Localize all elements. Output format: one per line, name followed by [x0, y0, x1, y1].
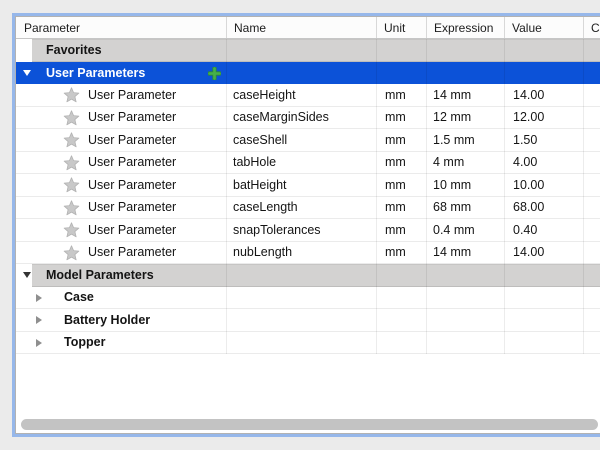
column-header-name[interactable]: Name [226, 17, 376, 38]
unit-cell: mm [376, 152, 426, 174]
expander-down-icon[interactable] [23, 272, 31, 278]
table-row[interactable]: User Parameter caseShell mm 1.5 mm 1.50 [16, 129, 600, 152]
favorite-star-icon[interactable] [63, 87, 80, 103]
table-body: Favorites User Parameters [16, 39, 600, 354]
name-cell[interactable]: tabHole [226, 152, 376, 174]
parameter-type-label: User Parameter [88, 245, 176, 259]
table-row[interactable]: User Parameter caseMarginSides mm 12 mm … [16, 107, 600, 130]
name-cell[interactable]: caseLength [226, 197, 376, 219]
name-cell[interactable]: nubLength [226, 242, 376, 264]
name-cell[interactable]: caseHeight [226, 84, 376, 106]
unit-cell: mm [376, 174, 426, 196]
table-row[interactable]: User Parameter nubLength mm 14 mm 14.00 [16, 242, 600, 265]
parameter-type-label: User Parameter [88, 155, 176, 169]
section-label: Model Parameters [46, 268, 154, 282]
parameter-type-label: User Parameter [88, 223, 176, 237]
name-cell[interactable]: caseShell [226, 129, 376, 151]
section-label: User Parameters [46, 66, 145, 80]
table-row[interactable]: User Parameter caseHeight mm 14 mm 14.00 [16, 84, 600, 107]
group-row-case[interactable]: Case [16, 287, 600, 310]
favorite-star-icon[interactable] [63, 110, 80, 126]
section-band [32, 39, 600, 62]
group-label: Battery Holder [64, 313, 150, 327]
value-cell: 14.00 [504, 242, 583, 264]
unit-cell: mm [376, 129, 426, 151]
value-cell: 4.00 [504, 152, 583, 174]
group-label: Case [64, 290, 94, 304]
column-header-parameter[interactable]: Parameter [16, 17, 226, 38]
favorite-star-icon[interactable] [63, 132, 80, 148]
name-cell[interactable]: snapTolerances [226, 219, 376, 241]
parameters-table: Parameter Name Unit Expression Value C F… [15, 16, 600, 434]
unit-cell: mm [376, 219, 426, 241]
expander-right-icon[interactable] [36, 316, 42, 324]
favorite-star-icon[interactable] [63, 155, 80, 171]
expression-cell[interactable]: 12 mm [426, 107, 504, 129]
column-header-unit[interactable]: Unit [376, 17, 426, 38]
value-cell: 68.00 [504, 197, 583, 219]
expression-cell[interactable]: 1.5 mm [426, 129, 504, 151]
group-label: Topper [64, 335, 105, 349]
expression-cell[interactable]: 14 mm [426, 242, 504, 264]
parameter-type-label: User Parameter [88, 133, 176, 147]
expression-cell[interactable]: 68 mm [426, 197, 504, 219]
horizontal-scrollbar [21, 419, 598, 430]
expression-cell[interactable]: 14 mm [426, 84, 504, 106]
expander-down-icon[interactable] [23, 70, 31, 76]
favorite-star-icon[interactable] [63, 177, 80, 193]
parameters-table-frame: Parameter Name Unit Expression Value C F… [12, 13, 600, 437]
column-separator [226, 39, 227, 354]
expression-cell[interactable]: 0.4 mm [426, 219, 504, 241]
unit-cell: mm [376, 242, 426, 264]
column-header-value[interactable]: Value [504, 17, 583, 38]
table-row[interactable]: User Parameter snapTolerances mm 0.4 mm … [16, 219, 600, 242]
value-cell: 12.00 [504, 107, 583, 129]
expander-right-icon[interactable] [36, 339, 42, 347]
value-cell: 1.50 [504, 129, 583, 151]
parameters-dialog: Parameter Name Unit Expression Value C F… [0, 0, 600, 450]
table-row[interactable]: User Parameter batHeight mm 10 mm 10.00 [16, 174, 600, 197]
parameter-type-label: User Parameter [88, 200, 176, 214]
column-separator [583, 39, 584, 354]
parameter-type-label: User Parameter [88, 88, 176, 102]
parameter-type-label: User Parameter [88, 178, 176, 192]
column-separator [426, 39, 427, 354]
add-parameter-icon[interactable] [208, 67, 221, 83]
expander-right-icon[interactable] [36, 294, 42, 302]
column-separator [504, 39, 505, 354]
group-row-battery-holder[interactable]: Battery Holder [16, 309, 600, 332]
unit-cell: mm [376, 84, 426, 106]
value-cell: 10.00 [504, 174, 583, 196]
table-row[interactable]: User Parameter tabHole mm 4 mm 4.00 [16, 152, 600, 175]
column-header-expression[interactable]: Expression [426, 17, 504, 38]
favorite-star-icon[interactable] [63, 200, 80, 216]
section-row-model-parameters[interactable]: Model Parameters [16, 264, 600, 287]
favorite-star-icon[interactable] [63, 245, 80, 261]
column-separator [376, 39, 377, 354]
name-cell[interactable]: caseMarginSides [226, 107, 376, 129]
group-row-topper[interactable]: Topper [16, 332, 600, 355]
expression-cell[interactable]: 10 mm [426, 174, 504, 196]
horizontal-scrollbar-thumb[interactable] [21, 419, 598, 430]
unit-cell: mm [376, 107, 426, 129]
value-cell: 14.00 [504, 84, 583, 106]
parameter-type-label: User Parameter [88, 110, 176, 124]
section-row-favorites[interactable]: Favorites [16, 39, 600, 62]
section-row-user-parameters[interactable]: User Parameters [16, 62, 600, 85]
value-cell: 0.40 [504, 219, 583, 241]
table-header-row: Parameter Name Unit Expression Value C [16, 17, 600, 39]
column-header-comment[interactable]: C [583, 17, 600, 38]
expression-cell[interactable]: 4 mm [426, 152, 504, 174]
table-row[interactable]: User Parameter caseLength mm 68 mm 68.00 [16, 197, 600, 220]
unit-cell: mm [376, 197, 426, 219]
favorite-star-icon[interactable] [63, 222, 80, 238]
name-cell[interactable]: batHeight [226, 174, 376, 196]
section-label: Favorites [46, 43, 102, 57]
